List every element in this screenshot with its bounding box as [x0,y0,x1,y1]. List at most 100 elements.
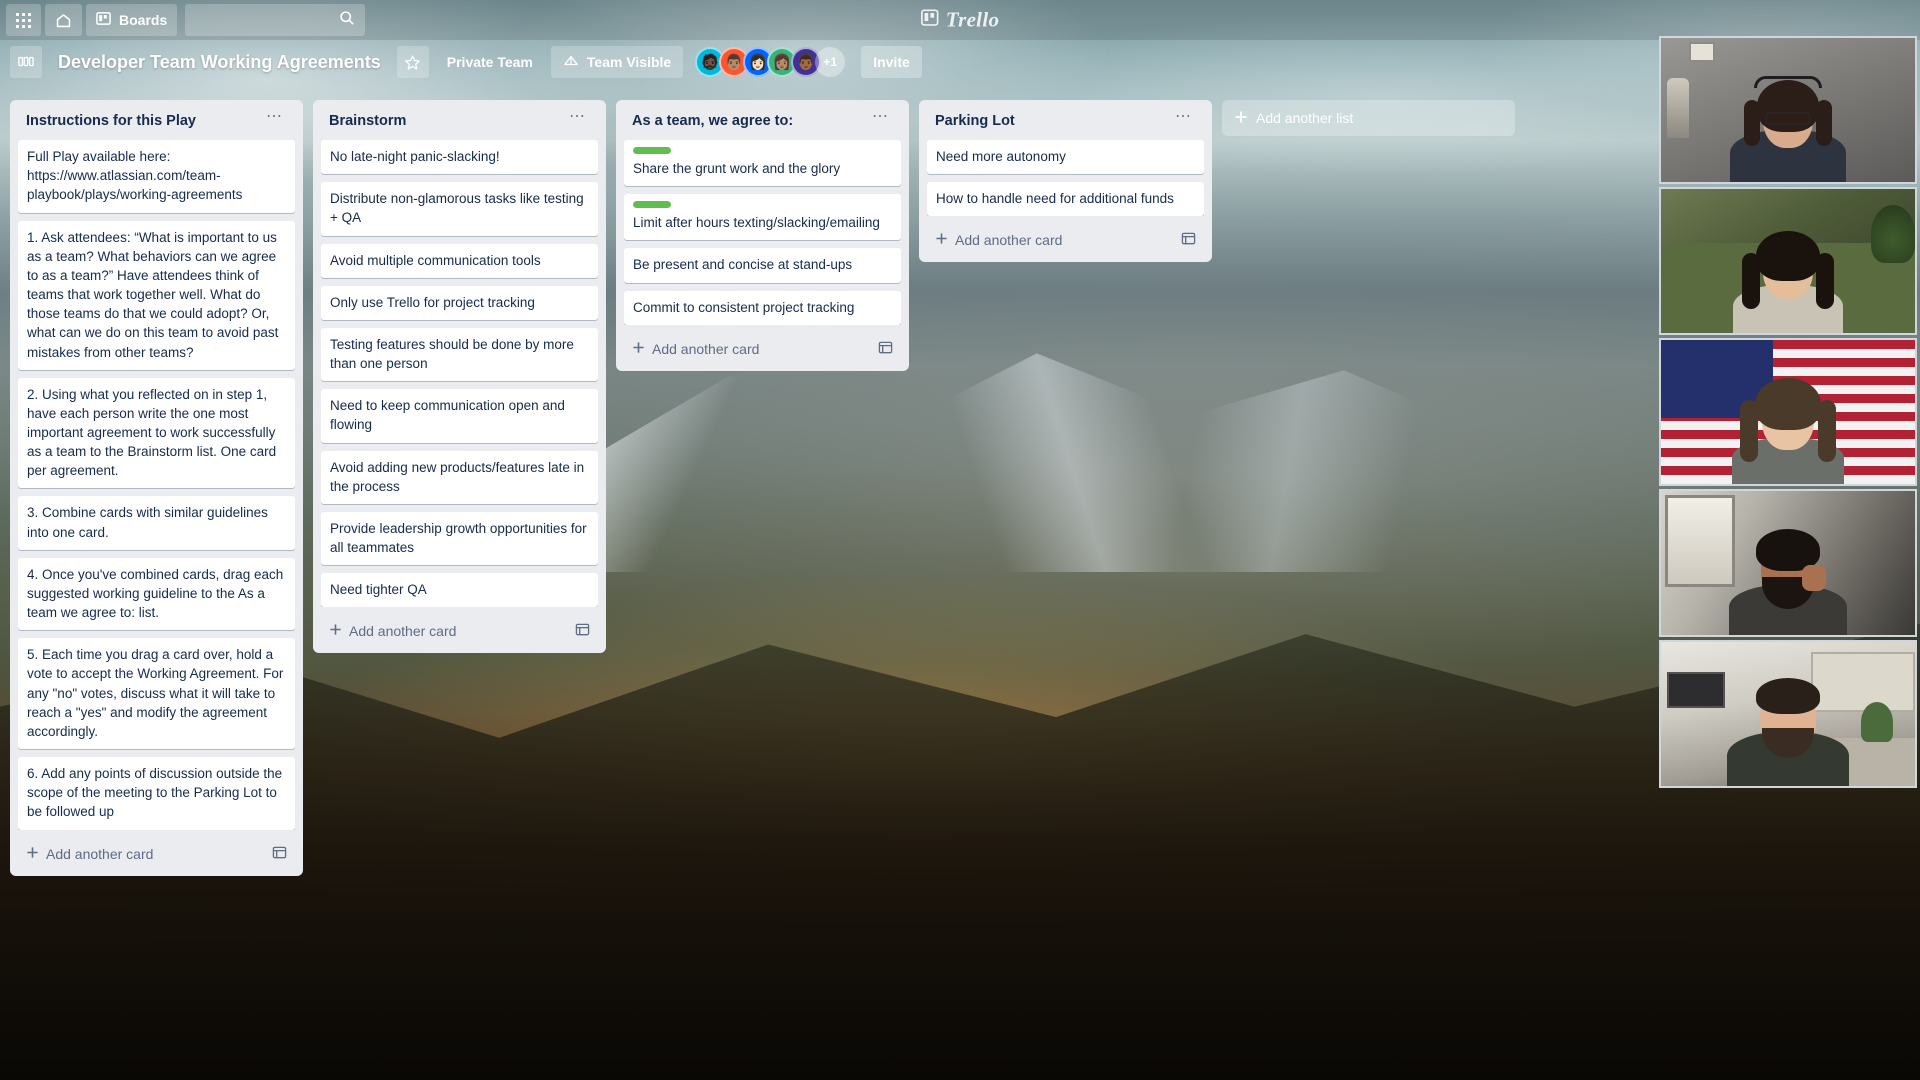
search-input[interactable] [185,4,365,36]
plant [1861,702,1893,742]
add-card-label: Add another card [46,846,153,862]
card-text: Limit after hours texting/slacking/email… [633,213,892,232]
card[interactable]: How to handle need for additional funds [927,182,1204,216]
card[interactable]: Need more autonomy [927,140,1204,174]
board-icon [96,11,111,29]
apps-grid-icon[interactable] [6,4,41,36]
card-template-icon[interactable] [878,340,893,358]
participant-figure [1728,213,1848,333]
add-another-card-button[interactable]: Add another card [18,836,295,868]
star-icon[interactable] [397,46,429,78]
participant-tile-1[interactable] [1659,36,1917,184]
board-header-bar: Developer Team Working Agreements Privat… [0,40,1920,84]
participant-hair-side [1818,400,1836,462]
card[interactable]: Be present and concise at stand-ups [624,248,901,282]
plus-icon [632,341,645,357]
card[interactable]: Need to keep communication open and flow… [321,389,598,442]
card[interactable]: Limit after hours texting/slacking/email… [624,194,901,240]
add-another-card-button[interactable]: Add another card [321,613,598,645]
participant-hair-side [1744,100,1760,146]
extra-members-badge[interactable]: +1 [815,47,845,77]
participant-hair-side [1816,100,1832,146]
plus-icon [329,623,342,639]
tv-screen [1667,672,1725,708]
card-list: Need more autonomy How to handle need fo… [927,140,1204,216]
avatar-glyph: 👨🏽 [725,53,744,71]
card[interactable]: 3. Combine cards with similar guidelines… [18,496,295,549]
boards-button[interactable]: Boards [86,4,177,36]
participant-hand [1802,565,1826,591]
card[interactable]: Only use Trello for project tracking [321,286,598,320]
add-another-card-button[interactable]: Add another card [927,222,1204,254]
card[interactable]: Commit to consistent project tracking [624,291,901,325]
list-menu-icon[interactable]: ⋯ [262,112,287,122]
card-list: No late-night panic-slacking! Distribute… [321,140,598,607]
list-parking-lot: Parking Lot ⋯ Need more autonomy How to … [919,100,1212,262]
participant-figure [1728,364,1848,484]
video-call-panel [1656,36,1920,796]
list-menu-icon[interactable]: ⋯ [868,112,893,122]
participant-hair-side [1740,400,1758,462]
home-icon[interactable] [45,4,82,36]
participant-hair-side [1816,253,1834,309]
card[interactable]: Need tighter QA [321,573,598,607]
plus-icon [1234,110,1248,127]
participant-tile-4[interactable] [1659,489,1917,637]
card-label-green[interactable] [633,201,671,208]
card[interactable]: No late-night panic-slacking! [321,140,598,174]
list-title: Parking Lot [935,112,1015,130]
list-menu-icon[interactable]: ⋯ [1171,112,1196,122]
participant-tile-3[interactable] [1659,338,1917,486]
participant-hair [1756,231,1820,281]
card-template-icon[interactable] [1181,231,1196,249]
card[interactable]: Provide leadership growth opportunities … [321,512,598,565]
card[interactable]: Full Play available here: https://www.at… [18,140,295,212]
visibility-label: Team Visible [587,54,671,70]
list-header: As a team, we agree to: ⋯ [624,108,901,140]
participant-hair-side [1742,253,1760,309]
list-title: Brainstorm [329,112,406,130]
headphone-band [1754,76,1822,88]
card[interactable]: Avoid multiple communication tools [321,244,598,278]
avatar-glyph: 👩🏽 [773,53,792,71]
add-list-label: Add another list [1256,110,1353,126]
card[interactable]: 4. Once you've combined cards, drag each… [18,558,295,630]
invite-button[interactable]: Invite [861,46,922,78]
list-menu-icon[interactable]: ⋯ [565,112,590,122]
card[interactable]: Share the grunt work and the glory [624,140,901,186]
avatar-glyph: 👩🏻 [749,53,768,71]
card-label-green[interactable] [633,147,671,154]
boards-label: Boards [119,12,167,28]
card[interactable]: Avoid adding new products/features late … [321,451,598,504]
list-brainstorm: Brainstorm ⋯ No late-night panic-slackin… [313,100,606,653]
team-name-button[interactable]: Private Team [435,46,545,78]
add-another-list-button[interactable]: Add another list [1222,100,1515,136]
participant-tile-2[interactable] [1659,187,1917,335]
window [1665,495,1735,587]
list-title: Instructions for this Play [26,112,196,130]
search-icon [339,10,355,31]
trello-logo-icon [921,8,939,33]
plus-icon [935,232,948,248]
participant-tile-5[interactable] [1659,640,1917,788]
card[interactable]: 5. Each time you drag a card over, hold … [18,638,295,749]
card[interactable]: Distribute non-glamorous tasks like test… [321,182,598,235]
list-instructions-for-this-play: Instructions for this Play ⋯ Full Play a… [10,100,303,876]
board-switch-icon[interactable] [10,46,42,78]
visibility-button[interactable]: Team Visible [551,46,683,78]
trello-logo: Trello [921,8,1000,33]
card[interactable]: Testing features should be done by more … [321,328,598,381]
card[interactable]: 1. Ask attendees: “What is important to … [18,221,295,370]
card[interactable]: 6. Add any points of discussion outside … [18,757,295,829]
card-template-icon[interactable] [272,845,287,863]
card-template-icon[interactable] [575,622,590,640]
add-another-card-button[interactable]: Add another card [624,331,901,363]
lamp [1667,78,1689,138]
top-navigation-bar: Boards Trello [0,0,1920,40]
card[interactable]: 2. Using what you reflected on in step 1… [18,378,295,489]
list-title: As a team, we agree to: [632,112,793,130]
plus-icon [26,846,39,862]
team-name-label: Private Team [447,54,533,70]
list-as-a-team-we-agree-to: As a team, we agree to: ⋯ Share the grun… [616,100,909,371]
list-header: Parking Lot ⋯ [927,108,1204,140]
